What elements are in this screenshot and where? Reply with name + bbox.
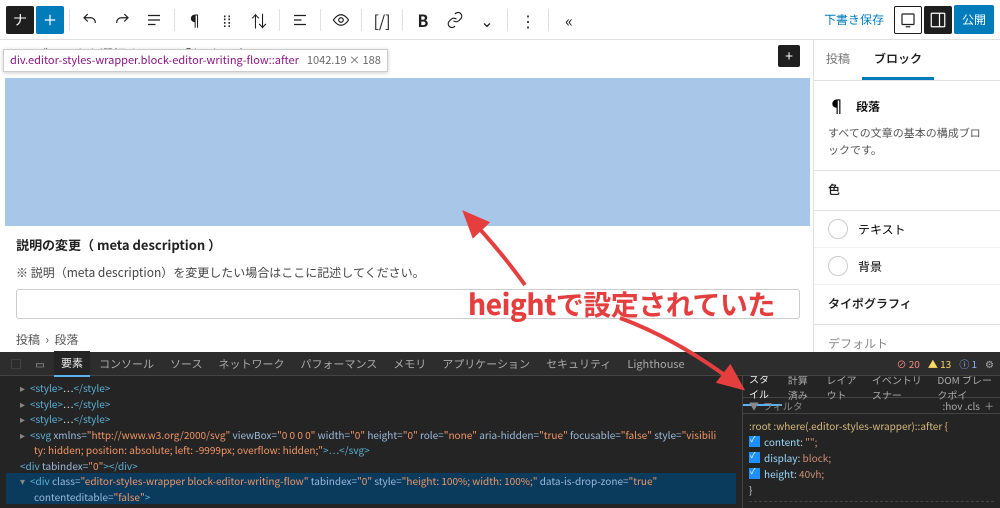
section-color: 色 [828, 181, 986, 198]
site-logo[interactable]: ナ [6, 6, 34, 34]
inspector-tooltip: div.editor-styles-wrapper.block-editor-w… [3, 49, 388, 72]
inline-add-block-button[interactable]: + [778, 45, 800, 67]
annotation-text: heightで設定されていた [468, 284, 775, 324]
preview-icon[interactable] [326, 5, 356, 35]
align-button[interactable] [285, 5, 315, 35]
responsive-preview-button[interactable] [894, 6, 922, 34]
highlighted-pseudo-element [5, 78, 810, 226]
color-bg-row[interactable]: 背景 [814, 248, 1000, 285]
devtools-tabbar: ⬚ ▭ 要素 コンソール ソース ネットワーク パフォーマンス メモリ アプリケ… [0, 352, 1000, 376]
devtools-tab-network[interactable]: ネットワーク [211, 352, 291, 376]
error-count[interactable]: ⊘ 20 [897, 356, 920, 371]
redo-button[interactable] [107, 5, 137, 35]
devtools-tab-memory[interactable]: メモリ [386, 352, 433, 376]
block-name: 段落 [856, 98, 880, 115]
devtools-tab-security[interactable]: セキュリティ [539, 352, 618, 376]
block-breadcrumb: 投稿 › 段落 [16, 331, 78, 348]
dom-tree[interactable]: ▸<style>…</style> ▸<style>…</style> ▸<st… [0, 376, 742, 508]
list-view-button[interactable] [139, 5, 169, 35]
breadcrumb-root[interactable]: 投稿 [16, 331, 40, 348]
publish-button[interactable]: 公開 [954, 5, 994, 34]
settings-sidebar: 投稿 ブロック ¶ 段落 すべての文章の基本の構成ブロックです。 色 テキスト … [813, 40, 1000, 352]
devtools-panel: ⬚ ▭ 要素 コンソール ソース ネットワーク パフォーマンス メモリ アプリケ… [0, 352, 1000, 508]
meta-title: 説明の変更（ meta description ） [16, 235, 800, 254]
devtools-tab-elements[interactable]: 要素 [54, 351, 90, 377]
swatch-icon [828, 256, 848, 276]
styles-panel: スタイル 計算済み レイアウト イベントリスナー DOM ブレークポイ ▼ フィ… [742, 376, 1000, 508]
info-count[interactable]: ⓘ 1 [959, 356, 977, 371]
swatch-icon [828, 219, 848, 239]
css-rule[interactable]: :root :where(.editor-styles-wrapper)::af… [749, 418, 994, 502]
bold-button[interactable]: B [408, 5, 438, 35]
inspect-icon[interactable]: ⬚ [6, 354, 26, 374]
tooltip-dimensions: 1042.19 × 188 [307, 53, 381, 68]
tab-block[interactable]: ブロック [862, 40, 934, 80]
paragraph-icon[interactable]: ¶ [180, 5, 210, 35]
add-block-button[interactable] [36, 6, 64, 34]
undo-button[interactable] [75, 5, 105, 35]
tooltip-selector: div.editor-styles-wrapper.block-editor-w… [10, 53, 299, 68]
link-button[interactable] [440, 5, 470, 35]
save-draft-link[interactable]: 下書き保存 [816, 11, 892, 28]
filter-input[interactable]: フィルタ [763, 398, 803, 413]
shortcode-icon[interactable]: [/] [367, 5, 397, 35]
filter-icon: ▼ [749, 398, 759, 413]
tab-post[interactable]: 投稿 [814, 40, 862, 80]
device-icon[interactable]: ▭ [30, 354, 50, 374]
section-default: デフォルト [828, 335, 888, 352]
devtools-tab-console[interactable]: コンソール [92, 352, 161, 376]
chevron-up-down-icon[interactable]: ⇅ [244, 5, 274, 35]
drag-icon[interactable]: ⁞⁞ [212, 5, 242, 35]
editor-toolbar: ナ ¶ ⁞⁞ ⇅ [/] B ⌄ ⋮ « 下書き保存 公開 [0, 0, 1000, 40]
settings-panel-button[interactable] [924, 6, 952, 34]
block-info: ¶ 段落 すべての文章の基本の構成ブロックです。 [814, 81, 1000, 171]
hov-cls-toggle[interactable]: :hov .cls [942, 398, 980, 413]
devtools-tab-sources[interactable]: ソース [163, 352, 209, 376]
devtools-tab-application[interactable]: アプリケーション [435, 352, 537, 376]
sidebar-tabs: 投稿 ブロック [814, 40, 1000, 81]
new-rule-icon[interactable]: ＋ [984, 398, 994, 413]
warning-count[interactable]: ▲ 13 [928, 356, 951, 371]
block-description: すべての文章の基本の構成ブロックです。 [828, 125, 986, 158]
collapse-icon[interactable]: « [554, 5, 584, 35]
breadcrumb-current: 段落 [54, 331, 78, 348]
meta-help-text: ※ 説明（meta description）を変更したい場合はここに記述してくだ… [16, 264, 800, 281]
color-text-row[interactable]: テキスト [814, 211, 1000, 248]
section-typography: タイポグラフィ [828, 295, 986, 312]
more-icon[interactable]: ⋮ [513, 5, 543, 35]
chevron-down-icon[interactable]: ⌄ [472, 5, 502, 35]
devtools-settings-icon[interactable]: ⚙ [985, 356, 994, 371]
devtools-tab-performance[interactable]: パフォーマンス [293, 352, 384, 376]
paragraph-icon: ¶ [828, 93, 846, 119]
devtools-tab-lighthouse[interactable]: Lighthouse [620, 352, 691, 376]
